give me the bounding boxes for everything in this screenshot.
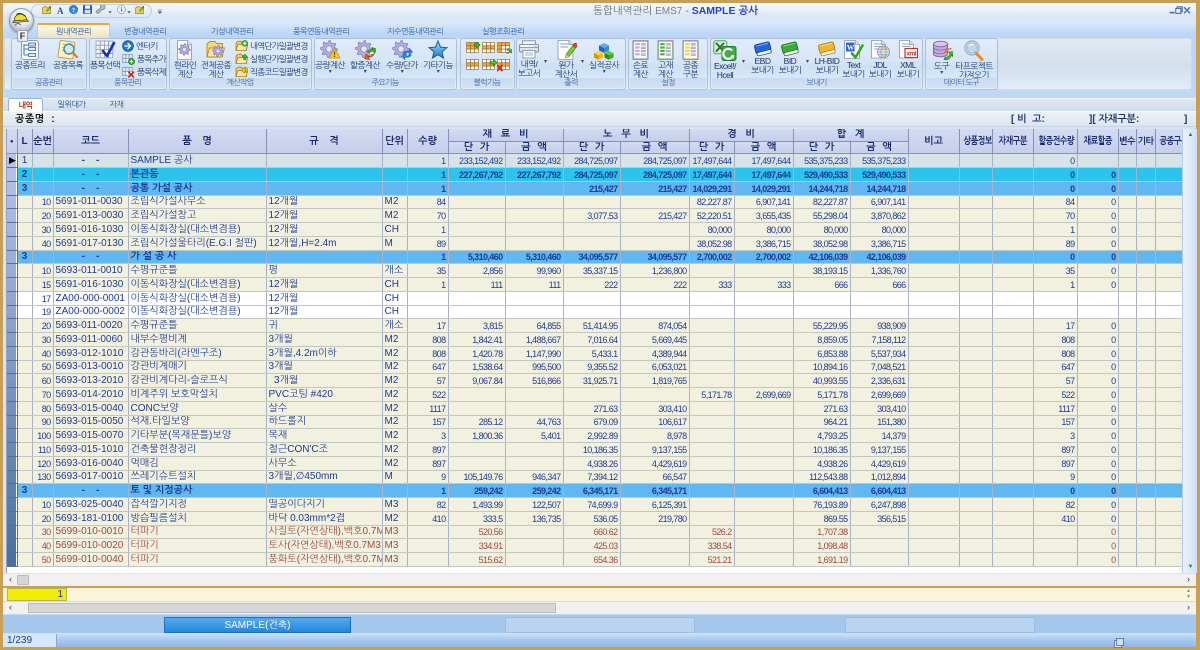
svg-text:?: ?	[72, 7, 75, 14]
svg-text:W: W	[847, 43, 855, 52]
svg-text:xml: xml	[906, 51, 916, 58]
svg-text:i: i	[121, 7, 123, 14]
